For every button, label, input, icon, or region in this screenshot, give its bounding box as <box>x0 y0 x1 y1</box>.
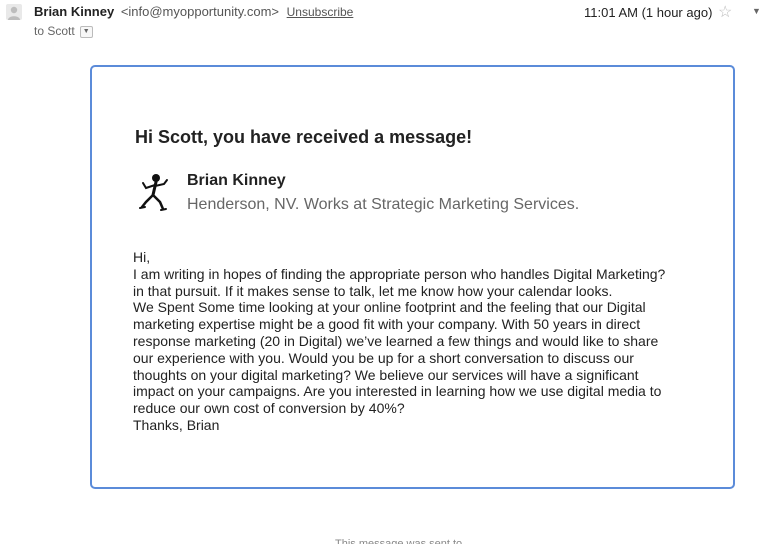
show-details-button[interactable]: ▼ <box>79 25 93 38</box>
stick-figure-icon <box>139 174 168 211</box>
sender-email: <info@myopportunity.com> <box>120 4 280 19</box>
profile-picture[interactable] <box>137 171 171 213</box>
unsubscribe-link[interactable]: Unsubscribe <box>287 5 354 19</box>
message-line: thoughts on your digital marketing? We b… <box>133 366 639 383</box>
message-time: 11:01 AM (1 hour ago) <box>584 5 713 20</box>
message-line: our experience with you. Would you be up… <box>133 349 634 366</box>
profile-subtitle: Henderson, NV. Works at Strategic Market… <box>187 196 580 213</box>
message-line: impact on your campaigns. Are you intere… <box>133 383 662 400</box>
footer-text: This message was sent to <box>335 538 463 544</box>
message-body: Hi, I am writing in hopes of finding the… <box>133 249 703 434</box>
sender-name[interactable]: Brian Kinney <box>34 4 114 19</box>
message-line: I am writing in hopes of finding the app… <box>133 265 666 282</box>
message-line: reduce our own cost of conversion by 40%… <box>133 400 405 417</box>
message-line: in that pursuit. If it makes sense to ta… <box>133 282 613 299</box>
recipient-label: to Scott <box>34 24 75 38</box>
star-icon[interactable]: ☆ <box>718 2 732 22</box>
message-card: Hi Scott, you have received a message! B… <box>90 65 735 489</box>
message-line: Thanks, Brian <box>133 416 220 433</box>
message-line: We Spent Some time looking at your onlin… <box>133 299 646 316</box>
profile-name[interactable]: Brian Kinney <box>187 172 286 190</box>
sender-avatar <box>6 4 22 20</box>
message-line: marketing expertise might be a good fit … <box>133 316 641 333</box>
message-line: Hi, <box>133 249 151 265</box>
message-line: response marketing (20 in Digital) we’ve… <box>133 332 659 349</box>
card-headline: Hi Scott, you have received a message! <box>135 127 473 147</box>
sender-line: Brian Kinney <info@myopportunity.com> Un… <box>34 4 353 19</box>
person-icon <box>8 6 20 20</box>
recipient-line: to Scott ▼ <box>34 24 93 38</box>
more-options-icon[interactable]: ▼ <box>752 6 760 16</box>
